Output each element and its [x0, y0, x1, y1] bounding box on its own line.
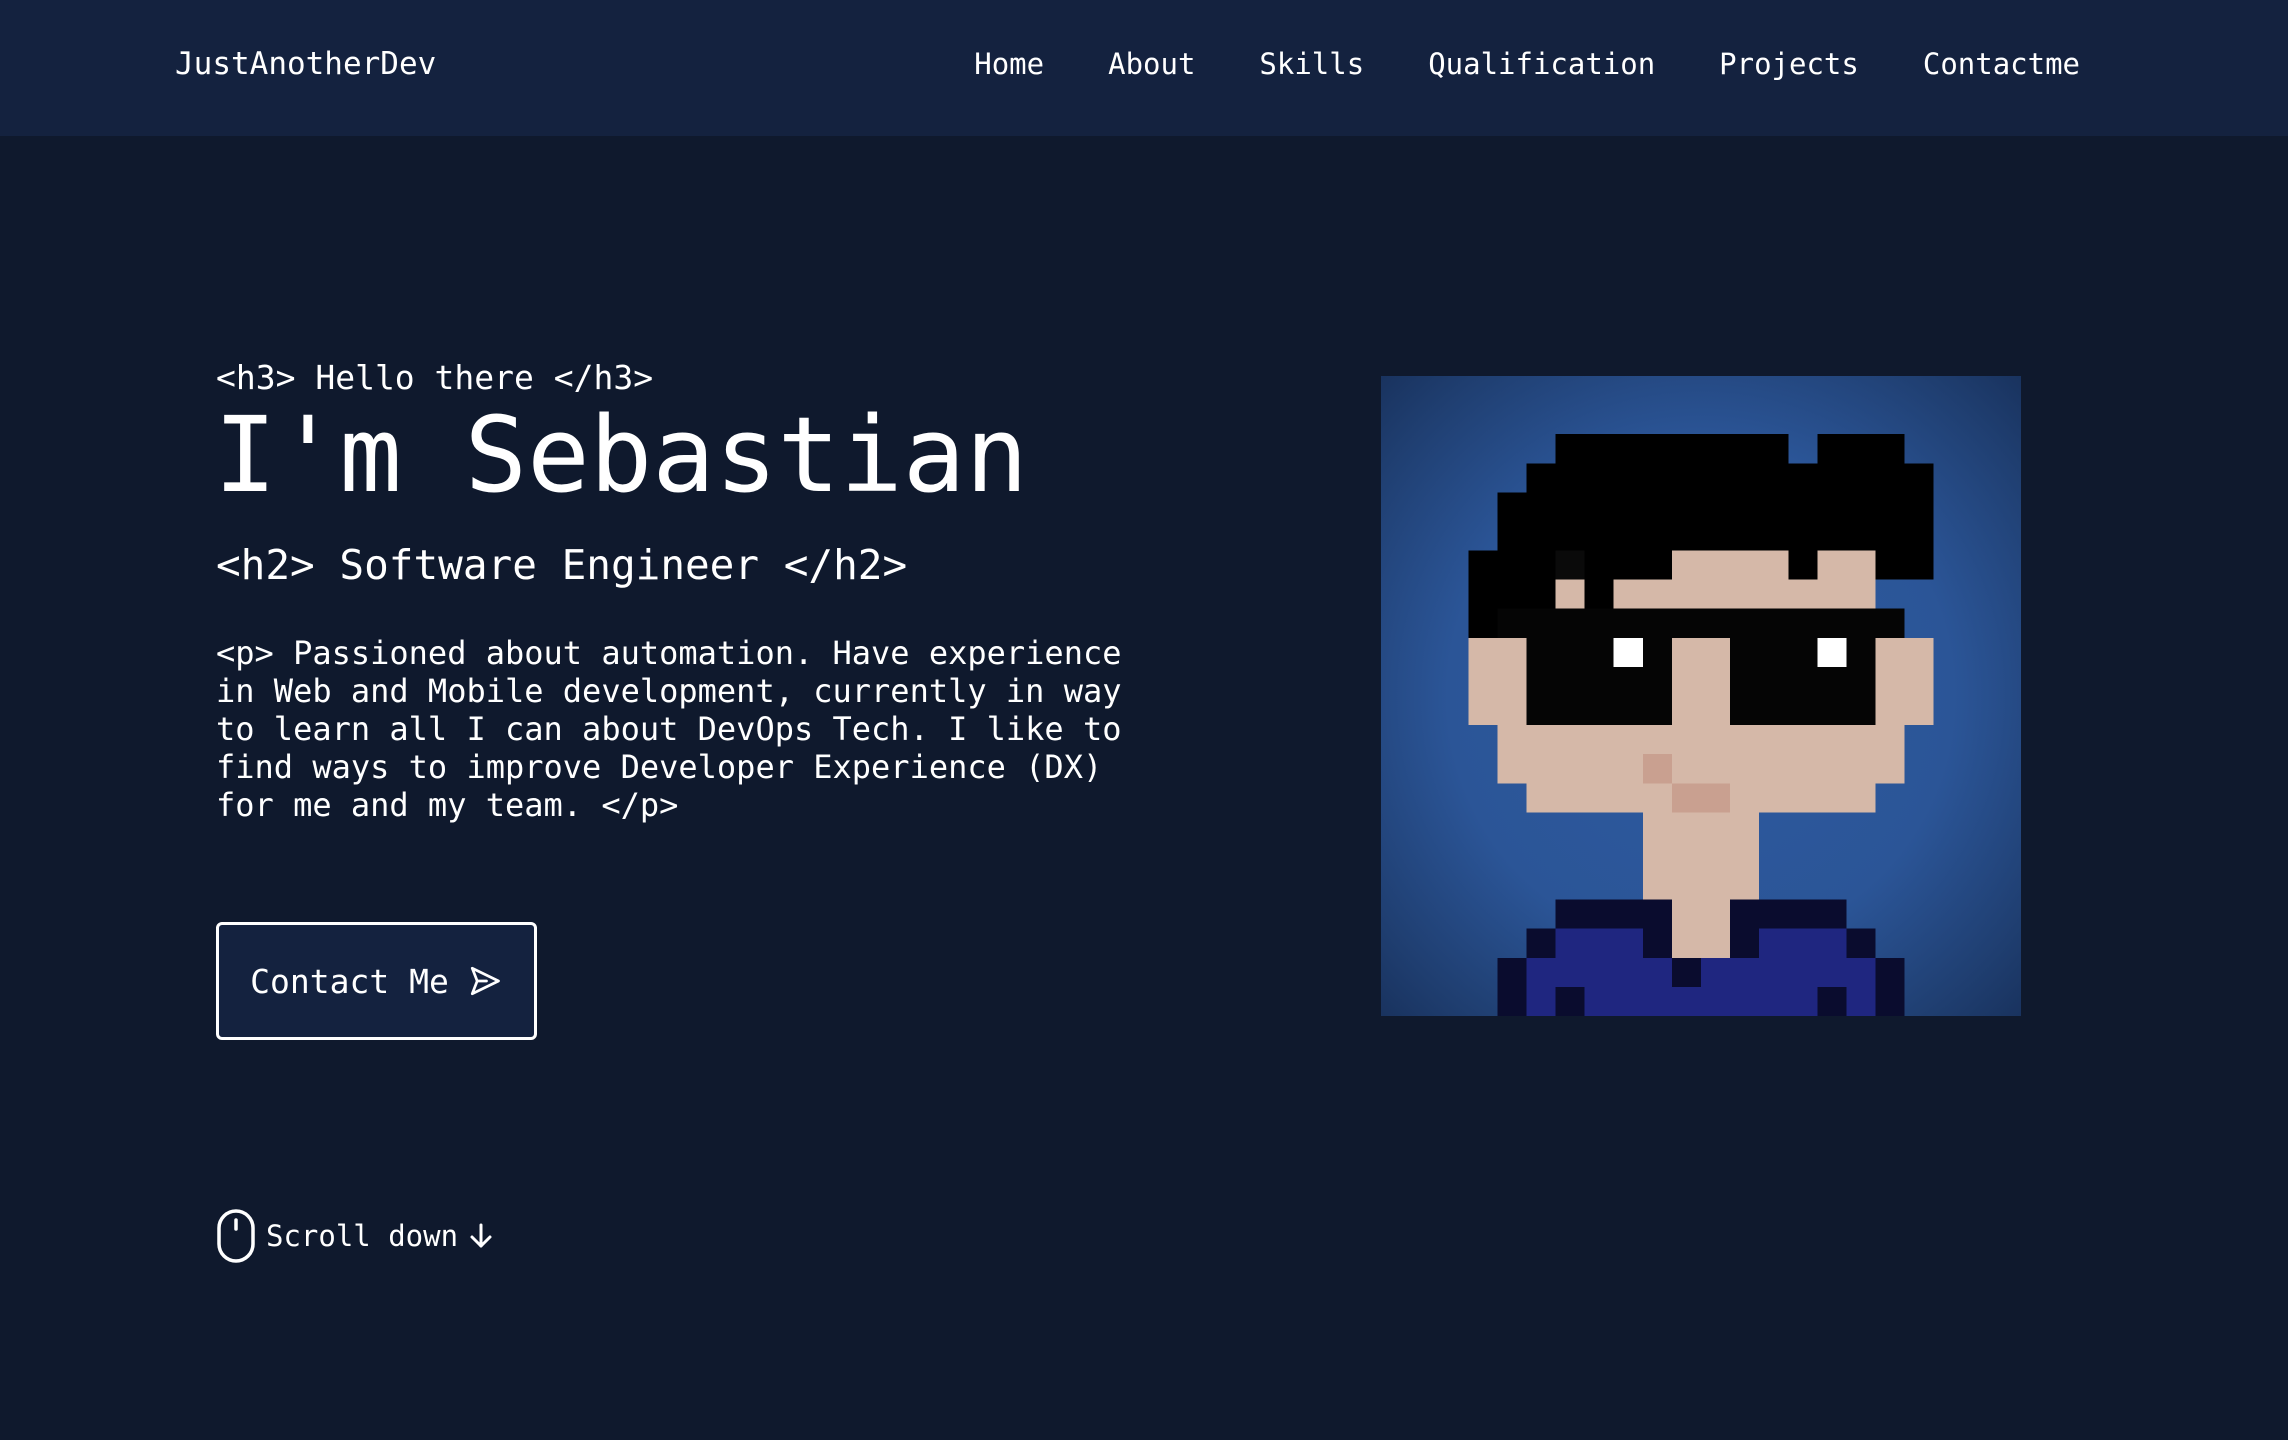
scroll-down-label: Scroll down: [266, 1219, 459, 1253]
arrow-down-icon: [468, 1221, 494, 1251]
hero-role: <h2> Software Engineer </h2>: [216, 541, 908, 589]
nav-skills[interactable]: Skills: [1259, 44, 1364, 84]
nav-about[interactable]: About: [1108, 44, 1195, 84]
main-nav: Home About Skills Qualification Projects…: [974, 44, 2080, 84]
nav-qualification[interactable]: Qualification: [1428, 44, 1655, 84]
brand-logo[interactable]: JustAnotherDev: [175, 44, 436, 84]
nav-contactme[interactable]: Contactme: [1923, 44, 2080, 84]
send-icon: [467, 963, 503, 999]
hero-description: <p> Passioned about automation. Have exp…: [216, 634, 1122, 824]
nav-projects[interactable]: Projects: [1719, 44, 1859, 84]
hero-title: I'm Sebastian: [214, 394, 1028, 516]
nav-home[interactable]: Home: [974, 44, 1044, 84]
contact-me-button[interactable]: Contact Me: [216, 922, 537, 1040]
scroll-down-link[interactable]: Scroll down: [216, 1208, 494, 1264]
header: JustAnotherDev Home About Skills Qualifi…: [0, 0, 2288, 136]
avatar: [1381, 376, 2021, 1016]
contact-me-label: Contact Me: [250, 961, 449, 1001]
mouse-icon: [216, 1208, 256, 1264]
